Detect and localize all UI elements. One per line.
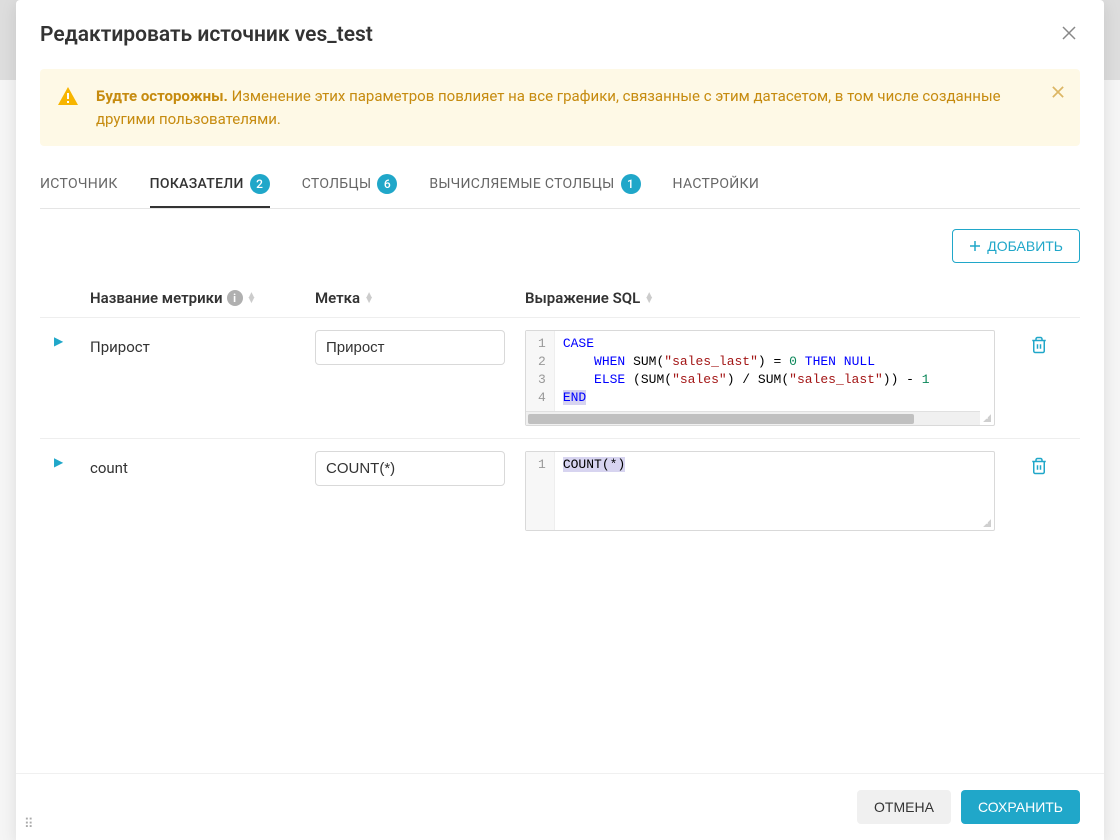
label-input[interactable]	[315, 330, 505, 365]
header-label[interactable]: Метка ▲▼	[315, 289, 525, 307]
table-header: Название метрики i ▲▼ Метка ▲▼ Выражение…	[40, 279, 1080, 317]
save-button[interactable]: СОХРАНИТЬ	[961, 790, 1080, 824]
edit-datasource-modal: Редактировать источник ves_test Будте ос…	[16, 0, 1104, 840]
code-content[interactable]: COUNT(*)	[555, 452, 994, 530]
modal-header: Редактировать источник ves_test	[16, 0, 1104, 69]
metrics-table: Название метрики i ▲▼ Метка ▲▼ Выражение…	[40, 279, 1080, 543]
table-row: ▶ Прирост 1234 CASE WHEN SUM("sales_last…	[40, 317, 1080, 438]
label-input[interactable]	[315, 451, 505, 486]
modal-footer: ОТМЕНА СОХРАНИТЬ	[16, 773, 1104, 840]
sql-editor[interactable]: 1234 CASE WHEN SUM("sales_last") = 0 THE…	[525, 330, 995, 426]
tabs: ИСТОЧНИК ПОКАЗАТЕЛИ2 СТОЛБЦЫ6 ВЫЧИСЛЯЕМЫ…	[40, 162, 1080, 209]
close-icon	[1062, 26, 1076, 40]
modal-title: Редактировать источник ves_test	[40, 23, 373, 47]
add-button[interactable]: ДОБАВИТЬ	[952, 229, 1080, 263]
calc-count-badge: 1	[621, 174, 641, 194]
tab-settings[interactable]: НАСТРОЙКИ	[673, 162, 760, 208]
warning-icon	[56, 85, 80, 109]
delete-button[interactable]	[1024, 330, 1054, 363]
sort-icon: ▲▼	[247, 293, 257, 303]
cancel-button[interactable]: ОТМЕНА	[857, 790, 951, 824]
alert-close-button[interactable]	[1052, 85, 1064, 103]
sort-icon: ▲▼	[364, 293, 374, 303]
close-button[interactable]	[1058, 20, 1080, 49]
header-metric-name[interactable]: Название метрики i ▲▼	[80, 289, 315, 307]
drag-handle-icon[interactable]: ⠿	[24, 817, 34, 832]
horizontal-scrollbar[interactable]	[526, 411, 980, 425]
info-icon: i	[227, 290, 243, 306]
tab-metrics[interactable]: ПОКАЗАТЕЛИ2	[150, 162, 270, 208]
trash-icon	[1030, 457, 1048, 475]
warning-text: Будте осторожны. Изменение этих параметр…	[96, 85, 1040, 130]
close-icon	[1052, 86, 1064, 98]
columns-count-badge: 6	[377, 174, 397, 194]
tab-source[interactable]: ИСТОЧНИК	[40, 162, 118, 208]
tab-columns[interactable]: СТОЛБЦЫ6	[302, 162, 398, 208]
expand-toggle[interactable]: ▶	[40, 447, 63, 469]
metrics-count-badge: 2	[250, 174, 270, 194]
table-row: ▶ count 1 COUNT(*)	[40, 438, 1080, 543]
trash-icon	[1030, 336, 1048, 354]
resize-handle[interactable]	[980, 516, 992, 528]
metric-name: Прирост	[90, 330, 315, 356]
expand-toggle[interactable]: ▶	[40, 326, 63, 348]
resize-handle[interactable]	[980, 411, 992, 423]
header-sql[interactable]: Выражение SQL ▲▼	[525, 289, 1024, 307]
plus-icon	[969, 240, 981, 252]
delete-button[interactable]	[1024, 451, 1054, 484]
metric-name: count	[90, 451, 315, 477]
sort-icon: ▲▼	[644, 293, 654, 303]
warning-alert: Будте осторожны. Изменение этих параметр…	[40, 69, 1080, 146]
tab-calculated-columns[interactable]: ВЫЧИСЛЯЕМЫЕ СТОЛБЦЫ1	[429, 162, 640, 208]
sql-editor[interactable]: 1 COUNT(*)	[525, 451, 995, 531]
line-gutter: 1	[526, 452, 555, 530]
